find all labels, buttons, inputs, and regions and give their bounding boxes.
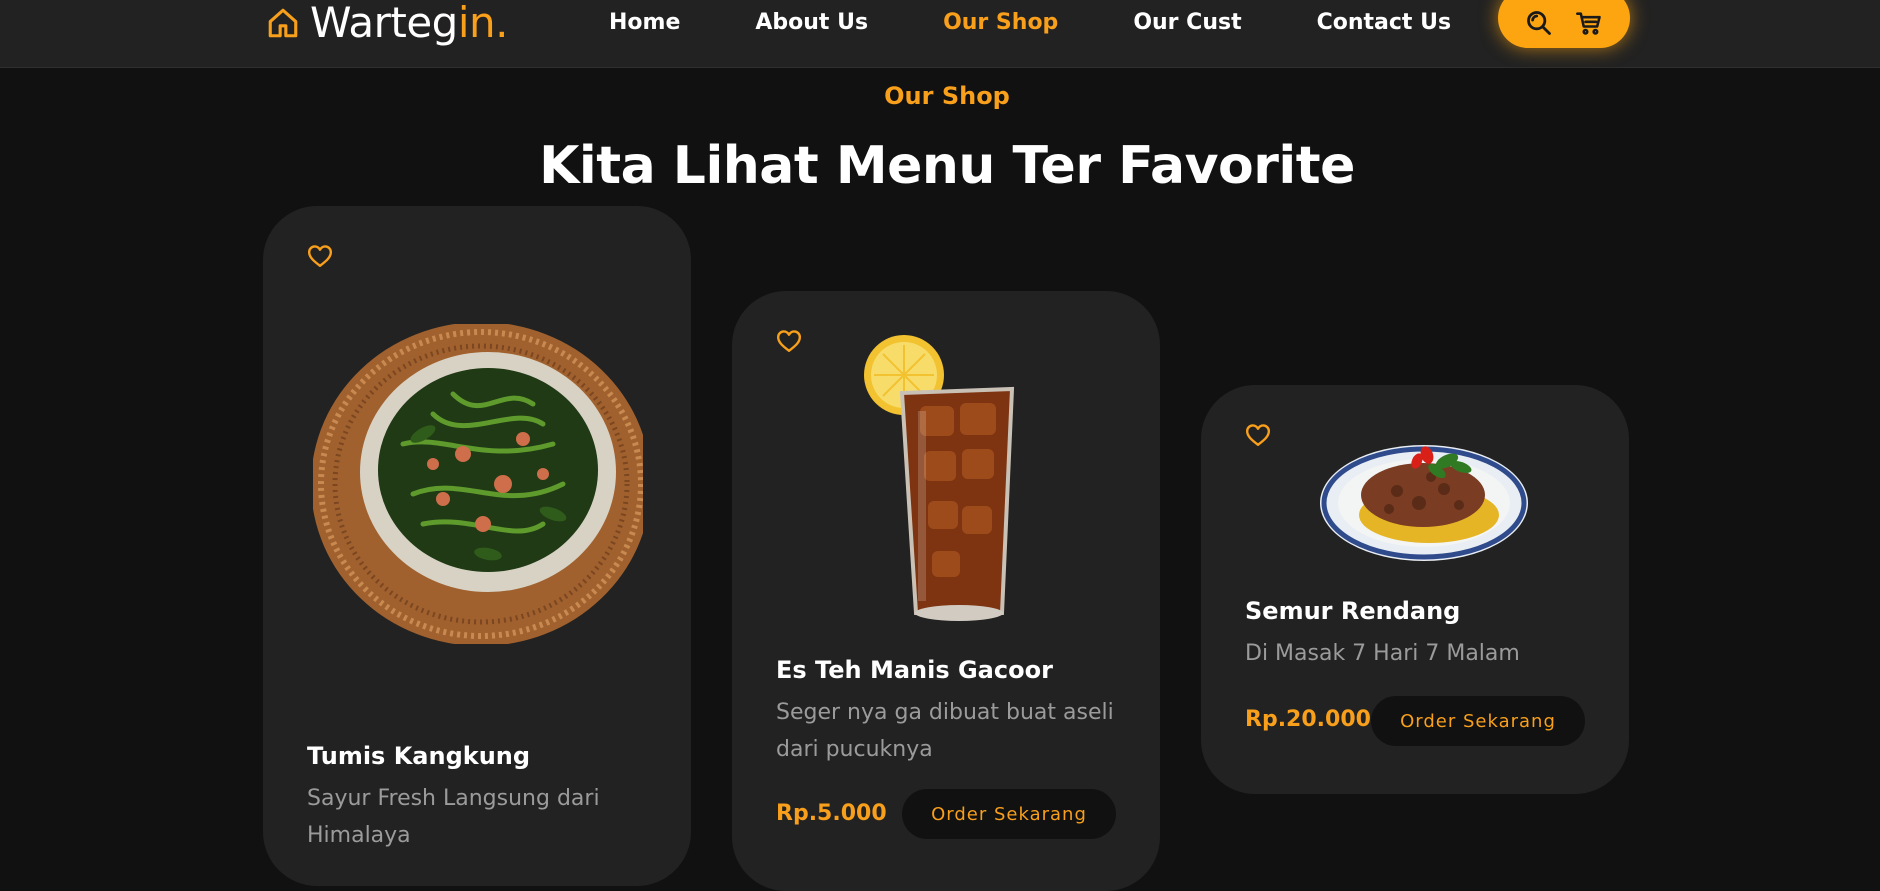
brand-logo[interactable]: Wartegin. [266, 0, 508, 46]
navbar: Wartegin. Home About Us Our Shop Our Cus… [0, 0, 1880, 68]
section-tag: Our Shop [884, 82, 1010, 110]
search-icon[interactable] [1525, 9, 1553, 37]
nav-action-group [1498, 0, 1630, 48]
product-price: Rp.5.000 [776, 801, 887, 826]
nav-link-our-cust[interactable]: Our Cust [1133, 8, 1241, 38]
product-name: Semur Rendang [1245, 597, 1461, 625]
cart-icon[interactable] [1575, 9, 1603, 37]
product-description: Di Masak 7 Hari 7 Malam [1245, 641, 1520, 666]
product-description: Seger nya ga dibuat buat aseli dari pucu… [776, 700, 1114, 762]
heart-icon[interactable] [776, 329, 802, 353]
main-nav: Home About Us Our Shop Our Cust Contact … [609, 8, 1451, 38]
product-card-es-teh: Es Teh Manis Gacoor Seger nya ga dibuat … [732, 291, 1160, 891]
nav-link-home[interactable]: Home [609, 8, 680, 38]
product-name: Es Teh Manis Gacoor [776, 656, 1053, 684]
heart-icon[interactable] [1245, 423, 1271, 447]
food-image-es-teh [864, 335, 1015, 621]
food-image-tumis-kangkung [313, 324, 643, 644]
food-image-semur-rendang [1320, 445, 1528, 561]
product-description: Sayur Fresh Langsung dari Himalaya [307, 786, 600, 848]
nav-link-about-us[interactable]: About Us [755, 8, 868, 38]
product-name: Tumis Kangkung [307, 742, 531, 770]
product-card-semur-rendang: Semur Rendang Di Masak 7 Hari 7 Malam Rp… [1201, 385, 1629, 794]
nav-link-contact-us[interactable]: Contact Us [1317, 8, 1451, 38]
order-button[interactable]: Order Sekarang [902, 789, 1116, 839]
heart-icon[interactable] [307, 244, 333, 268]
house-icon [268, 8, 298, 38]
nav-link-our-shop[interactable]: Our Shop [943, 8, 1058, 38]
order-button[interactable]: Order Sekarang [1371, 696, 1585, 746]
product-price: Rp.20.000 [1245, 707, 1371, 732]
product-card-tumis-kangkung: Tumis Kangkung Sayur Fresh Langsung dari… [263, 206, 691, 886]
brand-name: Wartegin. [310, 0, 508, 47]
section-title: Kita Lihat Menu Ter Favorite [539, 136, 1355, 196]
